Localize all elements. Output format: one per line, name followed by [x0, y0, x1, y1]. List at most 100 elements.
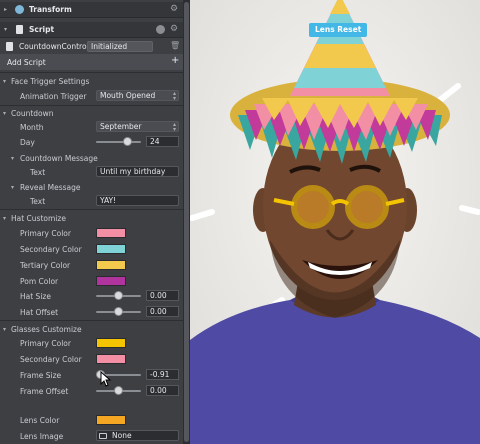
hat-secondary-swatch[interactable]	[96, 244, 126, 254]
transform-icon	[15, 5, 24, 14]
select-arrows-icon: ▴ ▾	[172, 90, 176, 101]
gear-icon[interactable]: ⚙	[170, 4, 178, 14]
lens-color-label: Lens Color	[20, 415, 60, 425]
glasses-primary-row: Primary Color	[0, 335, 183, 351]
countdown-text-row: Text Until my birthday	[0, 164, 183, 180]
month-value: September	[100, 122, 142, 131]
hat-customize-header[interactable]: ▾ Hat Customize	[0, 210, 183, 226]
lens-color-swatch[interactable]	[96, 415, 126, 425]
hat-pom-label: Pom Color	[20, 276, 59, 286]
reveal-text-row: Text YAY!	[0, 193, 183, 209]
hat-tertiary-swatch[interactable]	[96, 260, 126, 270]
plus-icon[interactable]: +	[171, 55, 179, 66]
hat-secondary-row: Secondary Color	[0, 241, 183, 257]
glasses-secondary-row: Secondary Color	[0, 351, 183, 367]
frame-offset-slider[interactable]	[96, 386, 141, 395]
glasses-customize-title: Glasses Customize	[11, 324, 82, 334]
month-label: Month	[20, 122, 44, 132]
transform-component-row[interactable]: ▸ Transform ⚙	[0, 2, 183, 18]
add-script-button[interactable]: Add Script +	[0, 54, 183, 70]
trash-icon[interactable]: 🗑	[170, 41, 180, 50]
script-asset-field[interactable]: CountdownContro	[19, 42, 87, 51]
frame-size-row: Frame Size -0.91	[0, 367, 183, 383]
hat-offset-value-field[interactable]: 0.00	[146, 306, 179, 317]
preview-image	[190, 0, 480, 444]
day-label: Day	[20, 137, 35, 147]
glasses-primary-label: Primary Color	[20, 338, 71, 348]
day-row: Day 24	[0, 134, 183, 150]
animation-trigger-row: Animation Trigger Mouth Opened ▴ ▾	[0, 88, 183, 104]
day-value-field[interactable]: 24	[146, 136, 179, 147]
hat-offset-slider[interactable]	[96, 307, 141, 316]
inspector-scrollbar[interactable]	[183, 0, 190, 444]
countdown-message-title: Countdown Message	[20, 153, 98, 163]
lens-image-value: None	[112, 431, 132, 440]
hat-offset-label: Hat Offset	[20, 307, 59, 317]
select-arrows-icon: ▴ ▾	[172, 121, 176, 132]
transform-label: Transform	[29, 5, 72, 14]
month-select[interactable]: September ▴ ▾	[96, 121, 179, 132]
lens-color-row: Lens Color	[0, 412, 183, 428]
day-slider[interactable]	[96, 137, 141, 146]
glasses-secondary-swatch[interactable]	[96, 354, 126, 364]
script-state-field[interactable]: Initialized	[87, 41, 153, 52]
hat-tertiary-row: Tertiary Color	[0, 257, 183, 273]
lens-reset-button[interactable]: Lens Reset	[309, 23, 368, 37]
frame-offset-slider-knob[interactable]	[114, 386, 123, 395]
collapse-arrow-icon[interactable]: ▾	[4, 26, 7, 33]
collapse-arrow-icon[interactable]: ▸	[4, 6, 7, 13]
hat-secondary-label: Secondary Color	[20, 244, 82, 254]
gear-icon[interactable]: ⚙	[170, 24, 178, 34]
collapse-arrow-icon[interactable]: ▾	[3, 326, 6, 333]
script-asset-row: CountdownContro Initialized 🗑	[0, 38, 183, 54]
frame-size-label: Frame Size	[20, 370, 62, 380]
day-slider-knob[interactable]	[123, 137, 132, 146]
collapse-arrow-icon[interactable]: ▾	[3, 215, 6, 222]
inspector-panel: ▸ Transform ⚙ ▾ Script ⚙ CountdownContro…	[0, 0, 183, 444]
hat-size-slider[interactable]	[96, 291, 141, 300]
hat-size-slider-knob[interactable]	[114, 291, 123, 300]
face-trigger-header[interactable]: ▾ Face Trigger Settings	[0, 73, 183, 89]
script-file-icon	[6, 42, 13, 51]
hat-primary-label: Primary Color	[20, 228, 71, 238]
hat-pom-row: Pom Color	[0, 273, 183, 289]
hat-offset-row: Hat Offset 0.00	[0, 304, 183, 320]
add-script-label: Add Script	[7, 57, 46, 67]
hat-offset-slider-knob[interactable]	[114, 307, 123, 316]
collapse-arrow-icon[interactable]: ▾	[11, 155, 14, 162]
enable-check-icon[interactable]	[156, 25, 165, 34]
frame-size-value-field[interactable]: -0.91	[146, 369, 179, 380]
lens-image-label: Lens Image	[20, 431, 64, 441]
animation-trigger-label: Animation Trigger	[20, 91, 87, 101]
image-icon	[99, 433, 107, 439]
hat-tertiary-label: Tertiary Color	[20, 260, 71, 270]
month-row: Month September ▴ ▾	[0, 119, 183, 135]
hat-size-value-field[interactable]: 0.00	[146, 290, 179, 301]
reveal-message-title: Reveal Message	[20, 182, 81, 192]
countdown-text-input[interactable]: Until my birthday	[96, 166, 179, 177]
lens-image-field[interactable]: None	[96, 430, 179, 441]
hat-pom-swatch[interactable]	[96, 276, 126, 286]
glasses-primary-swatch[interactable]	[96, 338, 126, 348]
reveal-text-input[interactable]: YAY!	[96, 195, 179, 206]
lens-image-row: Lens Image None	[0, 428, 183, 444]
scrollbar-thumb[interactable]	[184, 2, 189, 442]
script-component-row[interactable]: ▾ Script ⚙	[0, 22, 183, 38]
animation-trigger-select[interactable]: Mouth Opened ▴ ▾	[96, 90, 179, 101]
frame-offset-value-field[interactable]: 0.00	[146, 385, 179, 396]
hat-primary-swatch[interactable]	[96, 228, 126, 238]
face-trigger-title: Face Trigger Settings	[11, 76, 90, 86]
frame-offset-row: Frame Offset 0.00	[0, 383, 183, 399]
collapse-arrow-icon[interactable]: ▾	[11, 184, 14, 191]
collapse-arrow-icon[interactable]: ▾	[3, 110, 6, 117]
hat-primary-row: Primary Color	[0, 225, 183, 241]
collapse-arrow-icon[interactable]: ▾	[3, 78, 6, 85]
hat-size-label: Hat Size	[20, 291, 51, 301]
script-file-icon	[16, 25, 23, 34]
reveal-text-label: Text	[30, 196, 46, 206]
hat-customize-title: Hat Customize	[11, 213, 66, 223]
hat-size-row: Hat Size 0.00	[0, 288, 183, 304]
lens-preview[interactable]: Lens Reset	[190, 0, 480, 444]
countdown-text-label: Text	[30, 167, 46, 177]
animation-trigger-value: Mouth Opened	[100, 91, 156, 100]
